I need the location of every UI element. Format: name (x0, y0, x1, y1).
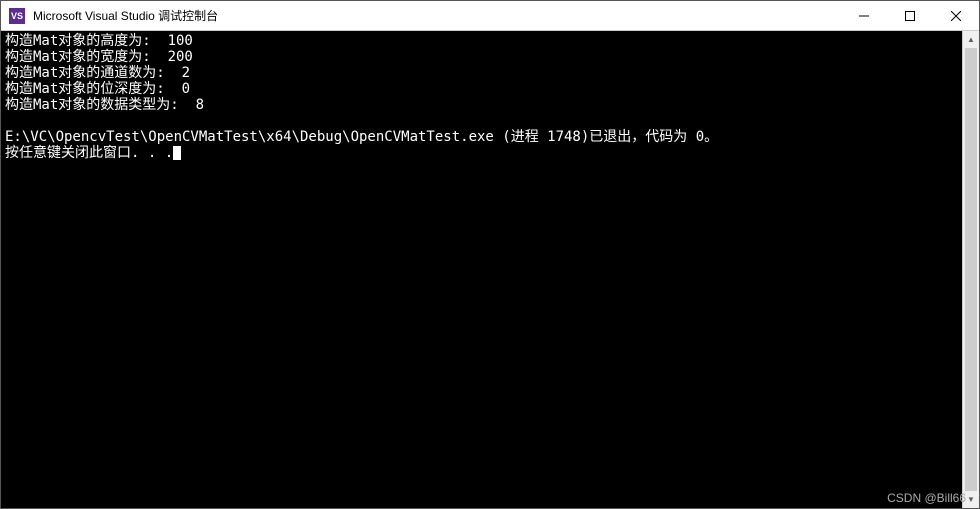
output-value: 200 (168, 49, 193, 65)
minimize-button[interactable] (841, 1, 887, 30)
output-line: E:\VC\OpencvTest\OpenCVMatTest\x64\Debug… (5, 129, 718, 145)
watermark: CSDN @Bill66 (887, 491, 966, 505)
maximize-button[interactable] (887, 1, 933, 30)
output-line: 构造Mat对象的宽度为: (5, 49, 168, 65)
scroll-up-button[interactable]: ▲ (963, 31, 979, 48)
console-window: VS Microsoft Visual Studio 调试控制台 构造Mat对象… (0, 0, 980, 509)
console-area: 构造Mat对象的高度为: 100 构造Mat对象的宽度为: 200 构造Mat对… (1, 31, 979, 508)
output-line: 构造Mat对象的数据类型为: (5, 97, 196, 113)
output-value: 0 (182, 81, 190, 97)
window-controls (841, 1, 979, 30)
output-line: 按任意键关闭此窗口. . . (5, 145, 173, 161)
scroll-thumb[interactable] (965, 48, 977, 491)
close-button[interactable] (933, 1, 979, 30)
app-icon: VS (9, 8, 25, 24)
scroll-track[interactable] (963, 48, 979, 491)
output-value: 100 (168, 33, 193, 49)
close-icon (951, 11, 961, 21)
minimize-icon (859, 11, 869, 21)
output-line: 构造Mat对象的通道数为: (5, 65, 182, 81)
titlebar: VS Microsoft Visual Studio 调试控制台 (1, 1, 979, 31)
output-line: 构造Mat对象的高度为: (5, 33, 168, 49)
maximize-icon (905, 11, 915, 21)
console-output[interactable]: 构造Mat对象的高度为: 100 构造Mat对象的宽度为: 200 构造Mat对… (1, 31, 962, 508)
cursor-icon (173, 146, 181, 160)
output-value: 8 (196, 97, 204, 113)
vertical-scrollbar[interactable]: ▲ ▼ (962, 31, 979, 508)
window-title: Microsoft Visual Studio 调试控制台 (33, 7, 841, 24)
output-value: 2 (182, 65, 190, 81)
output-line: 构造Mat对象的位深度为: (5, 81, 182, 97)
